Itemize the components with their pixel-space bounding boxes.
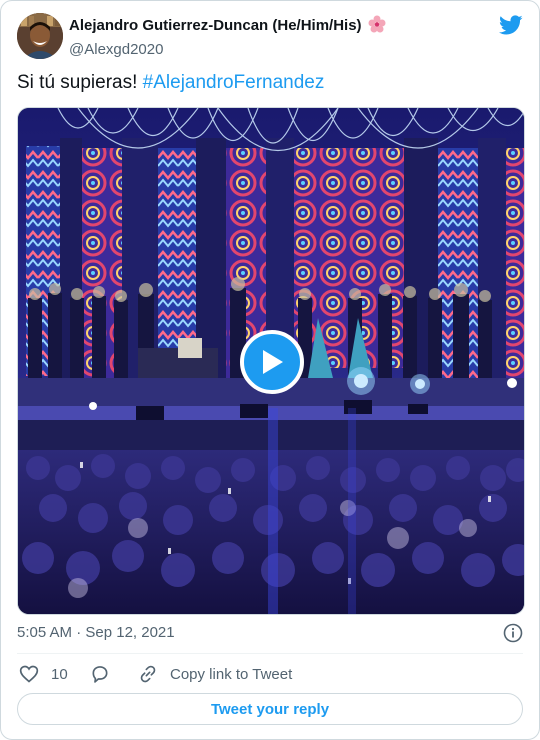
reply-icon-button[interactable] xyxy=(90,661,110,687)
author-display-name-text: Alejandro Gutierrez-Duncan (He/Him/His) xyxy=(69,17,362,34)
author-avatar[interactable] xyxy=(17,13,63,59)
play-button[interactable] xyxy=(240,330,304,394)
hashtag-link[interactable]: #AlejandroFernandez xyxy=(143,72,325,93)
like-count: 10 xyxy=(51,665,68,683)
tweet-video[interactable] xyxy=(17,107,525,615)
tweet-header: Alejandro Gutierrez-Duncan (He/Him/His) xyxy=(17,13,523,61)
link-icon xyxy=(140,665,156,683)
copy-link-button[interactable]: Copy link to Tweet xyxy=(138,661,292,687)
like-button[interactable]: 10 xyxy=(19,661,68,687)
twitter-bird-icon[interactable] xyxy=(498,13,523,37)
tweet-text: Si tú supieras! #AlejandroFernandez xyxy=(17,71,324,95)
hibiscus-icon xyxy=(368,15,386,39)
reply-bubble-icon xyxy=(92,666,108,683)
tweet-card: Alejandro Gutierrez-Duncan (He/Him/His) xyxy=(0,0,540,740)
actions-divider xyxy=(17,653,523,654)
tweet-your-reply-button[interactable]: Tweet your reply xyxy=(17,693,523,725)
copy-link-label: Copy link to Tweet xyxy=(170,665,293,683)
author-display-name[interactable]: Alejandro Gutierrez-Duncan (He/Him/His) xyxy=(69,15,386,39)
tweet-actions: 10 Copy link to Tweet xyxy=(17,661,523,687)
heart-icon xyxy=(19,665,39,683)
play-icon xyxy=(263,350,283,374)
tweet-timestamp[interactable]: 5:05 AM · Sep 12, 2021 xyxy=(17,623,175,643)
info-icon[interactable] xyxy=(503,623,523,643)
author-names: Alejandro Gutierrez-Duncan (He/Him/His) xyxy=(69,15,386,60)
tweet-your-reply-label: Tweet your reply xyxy=(210,700,330,718)
author-handle[interactable]: @Alexgd2020 xyxy=(69,40,386,60)
tweet-body: Si tú supieras! xyxy=(17,72,143,93)
